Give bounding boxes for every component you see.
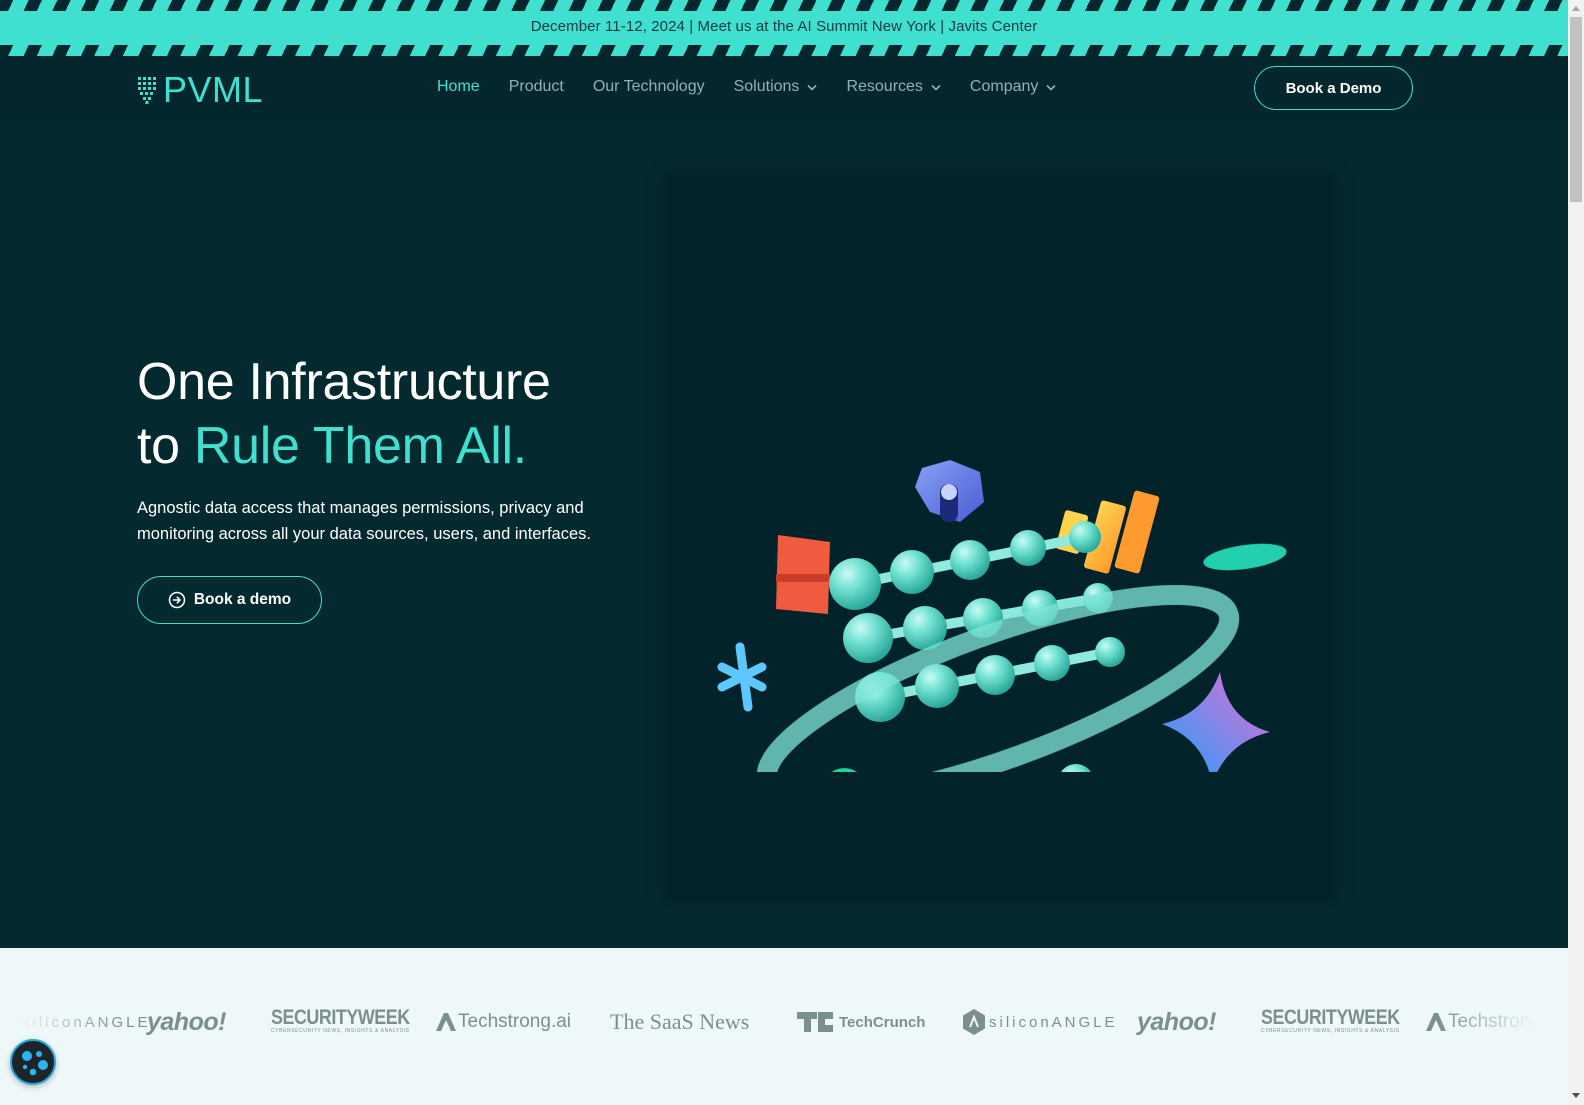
book-demo-nav-button[interactable]: Book a Demo xyxy=(1254,66,1413,110)
cookie-settings-button[interactable] xyxy=(10,1039,56,1085)
snowflake-icon xyxy=(717,642,767,712)
press-logo-yahoo[interactable]: yahoo! xyxy=(1137,1008,1216,1036)
press-logo-siliconangle[interactable]: siliconANGLE xyxy=(963,1008,1118,1036)
arrow-circle-right-icon xyxy=(168,591,186,609)
chevron-down-icon xyxy=(931,84,941,91)
hero-headline: One Infrastructure to Rule Them All. xyxy=(137,350,551,478)
press-logo-text: The SaaS News xyxy=(610,1009,750,1034)
press-logo-securityweek[interactable]: SECURITYWEEK CYBERSECURITY NEWS, INSIGHT… xyxy=(1261,1006,1424,1036)
logo-text: PVML xyxy=(163,69,264,110)
nav-link-label: Solutions xyxy=(733,78,800,95)
nav-link-our-technology[interactable]: Our Technology xyxy=(593,78,705,96)
nav-links: Home Product Our Technology Solutions Re… xyxy=(437,78,1085,96)
lock-hexagon-icon xyxy=(915,460,984,522)
nav-link-solutions[interactable]: Solutions xyxy=(734,78,818,96)
press-logo-techcrunch[interactable]: TechCrunch xyxy=(797,1008,925,1036)
headline-line-2-prefix: to xyxy=(137,417,194,475)
hero-section: One Infrastructure to Rule Them All. Agn… xyxy=(0,122,1568,948)
headline-accent: Rule Them All. xyxy=(193,417,527,475)
logos-fade-right xyxy=(1438,948,1568,1105)
press-logo-text: siliconANGLE xyxy=(989,1013,1118,1031)
nav-link-label: Product xyxy=(508,78,564,95)
nav-link-label: Home xyxy=(437,78,480,95)
nav-link-label: Company xyxy=(969,78,1039,95)
logo[interactable]: PVML xyxy=(137,72,263,108)
hero-subtext: Agnostic data access that manages permis… xyxy=(137,499,591,543)
press-logo-techstrong[interactable]: Techstrong.ai xyxy=(434,1008,571,1036)
book-demo-hero-button[interactable]: Book a demo xyxy=(137,576,322,624)
logo-dots-icon xyxy=(138,77,156,104)
green-leaf-icon xyxy=(820,768,870,772)
press-logo-text: yahoo! xyxy=(1137,1007,1216,1036)
stripe-decoration-bottom xyxy=(0,45,1568,56)
headline-line-1: One Infrastructure xyxy=(137,353,551,411)
techcrunch-tc-icon xyxy=(797,1012,833,1032)
chevron-down-icon xyxy=(807,84,818,91)
press-logo-the-saas-news[interactable]: The SaaS News xyxy=(610,1008,749,1036)
data-molecules-illustration xyxy=(717,460,1287,772)
stripe-decoration-top xyxy=(0,0,1568,11)
teal-blob-icon xyxy=(1203,543,1287,571)
nav-link-label: Our Technology xyxy=(592,78,705,95)
red-cube-icon xyxy=(776,535,830,614)
announcement-text[interactable]: December 11-12, 2024 | Meet us at the AI… xyxy=(0,18,1568,35)
press-logo-text: SECURITYWEEK xyxy=(1261,1006,1400,1029)
announcement-bar[interactable]: December 11-12, 2024 | Meet us at the AI… xyxy=(0,0,1568,56)
press-logo-securityweek[interactable]: SECURITYWEEK CYBERSECURITY NEWS, INSIGHT… xyxy=(271,1006,434,1036)
press-logo-text: SECURITYWEEK xyxy=(271,1006,410,1029)
page: December 11-12, 2024 | Meet us at the AI… xyxy=(0,0,1568,1105)
press-logos-strip: siliconANGLE yahoo! SECURITYWEEK CYBERSE… xyxy=(0,948,1568,1105)
nav-link-company[interactable]: Company xyxy=(970,78,1056,96)
nav-link-home[interactable]: Home xyxy=(437,78,480,96)
press-logo-text: yahoo! xyxy=(147,1007,226,1036)
top-navigation: PVML Home Product Our Technology Solutio… xyxy=(0,56,1568,122)
hero-cta-label: Book a demo xyxy=(193,591,292,608)
chevron-down-icon xyxy=(1046,84,1056,91)
press-logo-text: Techstrong.ai xyxy=(458,1011,572,1032)
techstrong-a-icon xyxy=(436,1013,456,1031)
nav-link-label: Resources xyxy=(846,78,923,95)
press-logo-yahoo[interactable]: yahoo! xyxy=(147,1008,226,1036)
scrollbar-thumb[interactable] xyxy=(1570,17,1582,202)
press-logo-text: TechCrunch xyxy=(839,1013,926,1031)
siliconangle-hex-icon xyxy=(963,1009,985,1035)
scroll-up-arrow-icon[interactable] xyxy=(1572,6,1580,11)
nav-link-resources[interactable]: Resources xyxy=(846,78,941,96)
cookie-icon xyxy=(22,1051,48,1076)
nav-link-product[interactable]: Product xyxy=(509,78,564,96)
scroll-down-arrow-icon[interactable] xyxy=(1572,1093,1580,1098)
page-scrollbar[interactable] xyxy=(1568,0,1584,1105)
